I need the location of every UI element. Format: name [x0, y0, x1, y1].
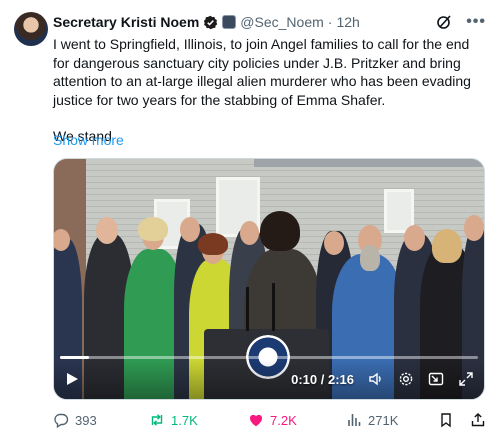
reply-icon — [54, 413, 69, 428]
views-count: 271K — [368, 412, 399, 428]
reply-count: 393 — [75, 412, 97, 428]
settings-icon[interactable] — [398, 371, 414, 387]
pip-icon[interactable] — [428, 371, 444, 387]
more-icon[interactable]: ••• — [466, 14, 486, 30]
grok-icon[interactable] — [436, 14, 452, 30]
verified-badge-icon[interactable] — [203, 15, 218, 30]
like-icon — [250, 414, 262, 427]
views-icon — [348, 414, 361, 426]
header-actions: ••• — [436, 14, 486, 30]
reply-button[interactable]: 393 — [53, 412, 149, 428]
post-paragraph: I went to Springfield, Illinois, to join… — [53, 36, 471, 108]
author-name[interactable]: Secretary Kristi Noem — [53, 14, 199, 30]
video-controls: 0:10 / 2:16 — [54, 359, 484, 399]
video-controls-right: 0:10 / 2:16 — [291, 371, 474, 387]
play-icon[interactable] — [64, 371, 80, 387]
repost-count: 1.7K — [171, 412, 198, 428]
show-more-link[interactable]: Show more — [53, 132, 124, 148]
action-bar: 393 1.7K 7.2K 271K — [53, 410, 486, 430]
post-header: Secretary Kristi Noem @Sec_Noem · 12h ••… — [53, 12, 486, 32]
post: Secretary Kristi Noem @Sec_Noem · 12h ••… — [0, 0, 500, 444]
share-icon[interactable] — [470, 412, 486, 428]
repost-icon — [151, 414, 163, 426]
video-timecode: 0:10 / 2:16 — [291, 371, 354, 387]
government-affiliation-badge[interactable] — [222, 15, 237, 29]
like-button[interactable]: 7.2K — [248, 412, 346, 428]
post-time[interactable]: 12h — [336, 14, 359, 30]
views-button[interactable]: 271K — [346, 412, 434, 428]
video-player[interactable]: 0:10 / 2:16 — [53, 158, 485, 400]
separator-dot: · — [327, 14, 333, 30]
avatar[interactable] — [14, 12, 48, 46]
action-bar-right — [438, 412, 486, 428]
like-count: 7.2K — [270, 412, 297, 428]
fullscreen-icon[interactable] — [458, 371, 474, 387]
repost-button[interactable]: 1.7K — [149, 412, 248, 428]
author-handle[interactable]: @Sec_Noem — [240, 14, 323, 30]
volume-icon[interactable] — [368, 371, 384, 387]
bookmark-icon[interactable] — [438, 412, 454, 428]
